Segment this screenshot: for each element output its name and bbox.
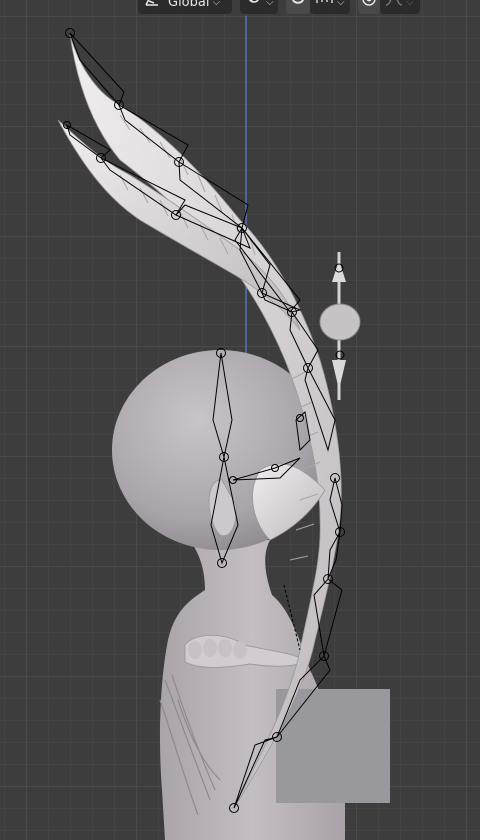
snap-toggle[interactable] (286, 0, 310, 14)
snap-increment-icon (314, 0, 334, 15)
transform-orientation-dropdown[interactable]: Global ⌵ (138, 0, 232, 14)
gray-box-object[interactable] (276, 689, 390, 803)
viewport-header: Global ⌵ ⌵ ⌵ ⌵ (0, 0, 480, 16)
scene-canvas[interactable] (0, 0, 480, 840)
proportional-editing-toggle[interactable] (358, 0, 380, 14)
bone-widget-object[interactable] (319, 252, 361, 400)
magnet-icon (290, 0, 306, 15)
chevron-down-icon: ⌵ (212, 0, 221, 8)
chevron-down-icon: ⌵ (406, 0, 414, 8)
3d-viewport[interactable]: Global ⌵ ⌵ ⌵ ⌵ (0, 0, 480, 840)
chevron-down-icon: ⌵ (266, 0, 274, 8)
falloff-curve-icon (385, 0, 403, 15)
snap-target-dropdown[interactable]: ⌵ (310, 0, 350, 14)
pivot-point-icon (245, 0, 263, 15)
pivot-point-dropdown[interactable]: ⌵ (240, 0, 278, 14)
proportional-editing-icon (361, 0, 377, 15)
chevron-down-icon: ⌵ (337, 0, 345, 8)
transform-orientation-label: Global (168, 0, 210, 10)
orientation-icon (144, 0, 160, 15)
proportional-falloff-dropdown[interactable]: ⌵ (380, 0, 420, 14)
